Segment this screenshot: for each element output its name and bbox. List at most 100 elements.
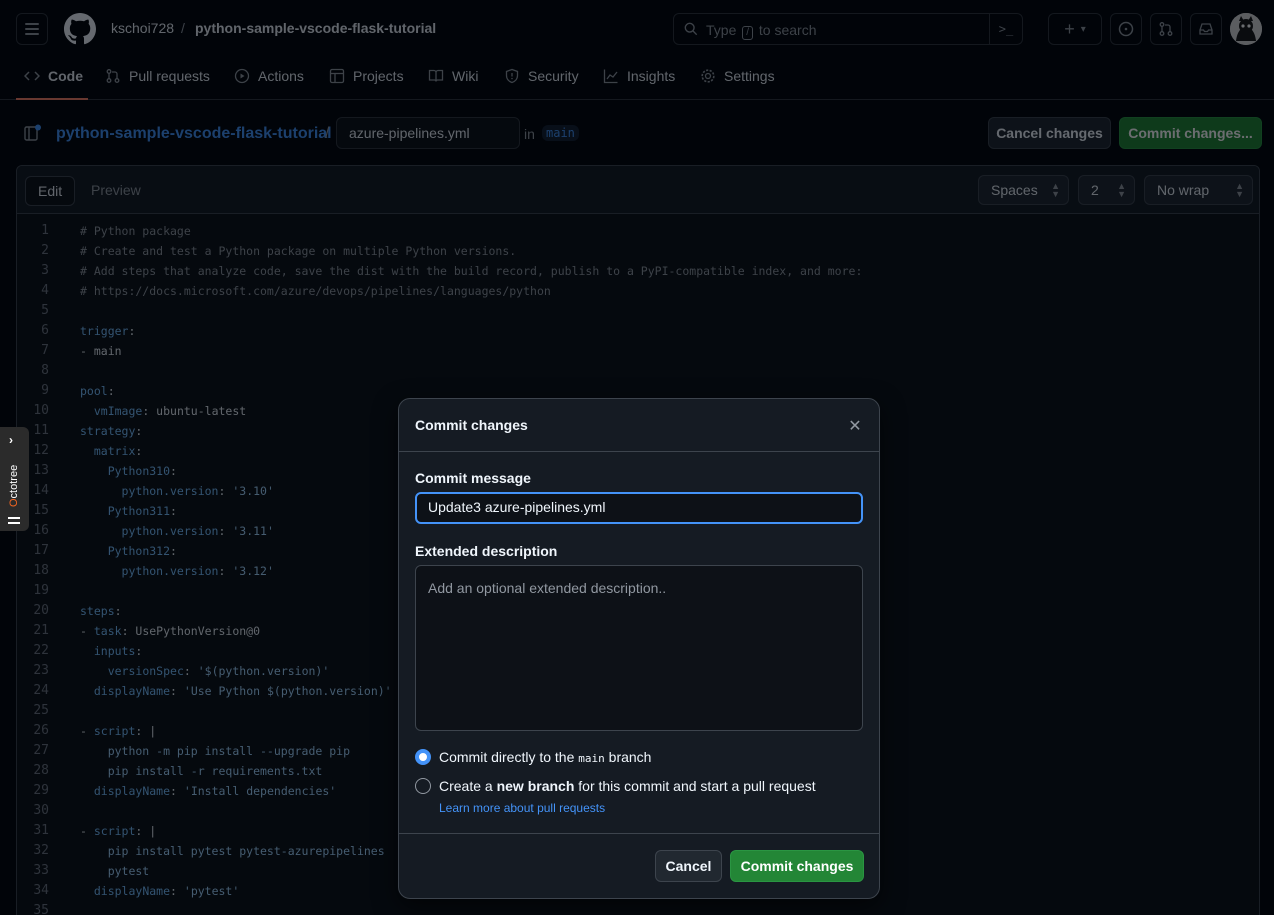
code-token: '3.10'	[232, 484, 274, 498]
search-placeholder: Type / to search	[706, 22, 817, 40]
repo-tabs: Code Pull requests Actions Projects Wiki…	[0, 58, 1274, 100]
cancel-changes-button[interactable]: Cancel changes	[988, 117, 1111, 149]
github-logo-icon[interactable]	[64, 13, 96, 45]
line-number: 22	[33, 643, 49, 658]
tab-settings[interactable]: Settings	[700, 68, 775, 84]
line-number: 19	[33, 583, 49, 598]
wrap-mode-select[interactable]: No wrap ▲ ▼	[1144, 175, 1253, 205]
code-line: displayName: 'pytest'	[80, 884, 239, 898]
close-icon[interactable]: ✕	[845, 417, 865, 437]
inbox-button[interactable]	[1190, 13, 1222, 45]
code-token: -	[80, 724, 94, 738]
code-token: 'pytest'	[183, 884, 240, 898]
tab-actions[interactable]: Actions	[234, 68, 304, 84]
tab-insights[interactable]: Insights	[603, 68, 675, 84]
in-label: in	[524, 126, 535, 142]
line-number: 20	[33, 603, 49, 618]
breadcrumb-repo-link[interactable]: python-sample-vscode-flask-tutorial	[56, 125, 332, 143]
global-header: kschoi728 / python-sample-vscode-flask-t…	[0, 0, 1274, 58]
learn-more-link[interactable]: Learn more about pull requests	[439, 801, 605, 815]
code-token: Python311	[107, 504, 171, 518]
tab-label: Actions	[258, 68, 304, 84]
graph-icon	[603, 69, 618, 84]
code-line: python.version: '3.12'	[80, 564, 274, 578]
tab-label: Code	[48, 68, 83, 84]
commit-changes-button[interactable]: Commit changes...	[1119, 117, 1262, 149]
breadcrumb-separator: /	[325, 125, 330, 142]
issue-opened-icon	[1118, 21, 1134, 37]
code-token: '3.11'	[232, 524, 274, 538]
code-line: pip install -r requirements.txt	[80, 764, 323, 778]
code-token: versionSpec	[107, 664, 184, 678]
code-line: displayName: 'Install dependencies'	[80, 784, 336, 798]
commit-direct-label[interactable]: Commit directly to the main branch	[439, 749, 651, 765]
code-line: # https://docs.microsoft.com/azure/devop…	[80, 284, 551, 298]
tab-pull-requests[interactable]: Pull requests	[105, 68, 210, 84]
code-line: strategy:	[80, 424, 142, 438]
line-number: 28	[33, 763, 49, 778]
new-branch-radio[interactable]	[415, 778, 431, 794]
octotree-label: Octotree	[8, 464, 20, 507]
code-token: script	[93, 724, 136, 738]
avatar[interactable]	[1230, 13, 1262, 45]
create-new-button[interactable]: + ▾	[1048, 13, 1102, 45]
code-line: # Add steps that analyze code, save the …	[80, 264, 862, 278]
commit-message-input[interactable]: Update3 azure-pipelines.yml	[415, 492, 863, 524]
code-line: pytest	[80, 864, 150, 878]
code-token: vmImage	[93, 404, 143, 418]
code-token: :	[135, 444, 143, 458]
code-token: : |	[135, 824, 157, 838]
tab-preview[interactable]: Preview	[79, 176, 153, 206]
issues-button[interactable]	[1110, 13, 1142, 45]
command-palette-icon[interactable]: >_	[989, 13, 1022, 45]
code-icon	[24, 71, 40, 81]
indent-size-value: 2	[1091, 182, 1099, 198]
code-line: matrix:	[80, 444, 142, 458]
editor-toolbar: Edit Preview Spaces ▲ ▼ 2 ▲ ▼ No wrap ▲ ▼	[17, 166, 1259, 214]
code-line: Python312:	[80, 544, 177, 558]
octotree-toggle[interactable]: › Octotree	[0, 427, 29, 531]
tab-label: Wiki	[452, 68, 479, 84]
line-number: 23	[33, 663, 49, 678]
pull-requests-button[interactable]	[1150, 13, 1182, 45]
cancel-button[interactable]: Cancel	[655, 850, 722, 882]
code-token: :	[170, 884, 184, 898]
line-number: 10	[33, 403, 49, 418]
new-branch-label[interactable]: Create a new branch for this commit and …	[439, 778, 816, 794]
tab-projects[interactable]: Projects	[329, 68, 404, 84]
select-arrows-icon: ▲ ▼	[1117, 181, 1126, 199]
code-line: Python311:	[80, 504, 177, 518]
code-token: -	[80, 624, 94, 638]
code-line: Python310:	[80, 464, 177, 478]
indent-size-select[interactable]: 2 ▲ ▼	[1078, 175, 1135, 205]
tab-edit[interactable]: Edit	[25, 176, 76, 206]
repo-link[interactable]: python-sample-vscode-flask-tutorial	[195, 20, 436, 36]
code-token: python.version	[121, 524, 219, 538]
commit-direct-radio[interactable]	[415, 749, 431, 765]
code-line: vmImage: ubuntu-latest	[80, 404, 246, 418]
file-tree-icon[interactable]	[24, 124, 42, 142]
extended-description-textarea[interactable]: Add an optional extended description..	[415, 565, 863, 731]
line-number: 35	[33, 903, 49, 915]
line-number: 30	[33, 803, 49, 818]
filename-input[interactable]: azure-pipelines.yml	[336, 117, 520, 149]
code-token: '$(python.version)'	[197, 664, 330, 678]
indent-mode-select[interactable]: Spaces ▲ ▼	[978, 175, 1069, 205]
tab-wiki[interactable]: Wiki	[428, 68, 478, 84]
play-icon	[234, 68, 250, 84]
code-token: Python310	[107, 464, 171, 478]
chevron-down-icon: ▾	[1080, 23, 1086, 35]
owner-link[interactable]: kschoi728	[111, 20, 174, 36]
tab-security[interactable]: Security	[504, 68, 579, 84]
grip-icon[interactable]	[8, 517, 20, 527]
code-token: # Python package	[80, 224, 191, 238]
menu-icon[interactable]	[16, 13, 48, 45]
commit-button[interactable]: Commit changes	[730, 850, 864, 882]
tab-code[interactable]: Code	[24, 68, 83, 84]
search-input[interactable]: Type / to search >_	[673, 13, 1023, 45]
code-token: # Create and test a Python package on mu…	[80, 244, 517, 258]
code-line: python -m pip install --upgrade pip	[80, 744, 350, 758]
code-token: strategy	[80, 424, 136, 438]
